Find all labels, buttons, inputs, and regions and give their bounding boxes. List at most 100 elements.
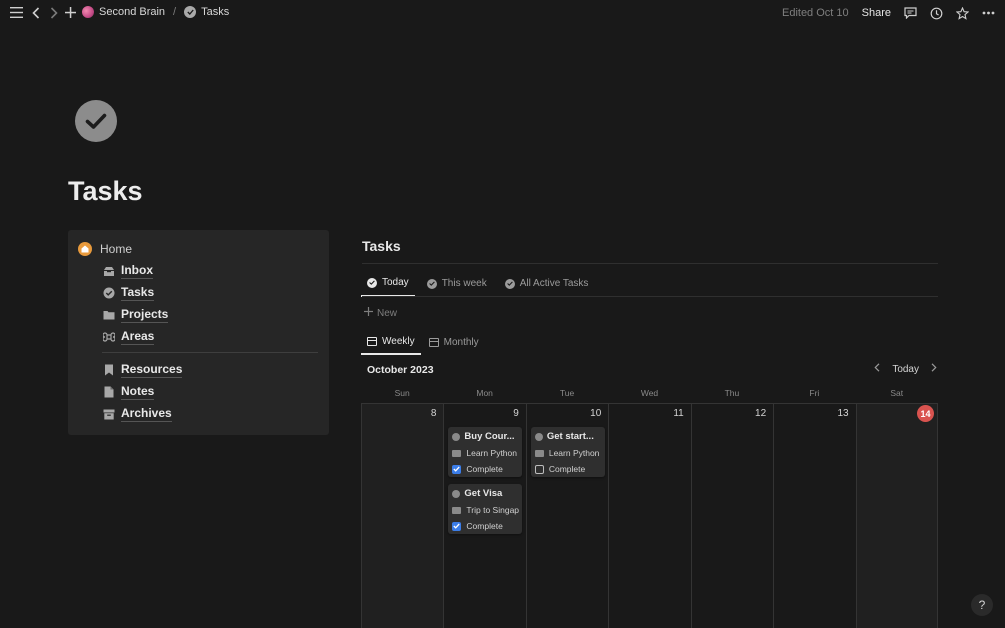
task-status-icon: [452, 432, 461, 441]
folder-icon: [452, 506, 462, 514]
calendar-navigation: Today: [874, 363, 937, 375]
page-check-icon[interactable]: [75, 100, 117, 142]
archive-box-icon: [102, 408, 115, 421]
tab-label: All Active Tasks: [519, 278, 589, 289]
plus-icon: [364, 307, 373, 319]
favorite-star-icon[interactable]: [956, 6, 969, 20]
calendar-month-label: October 2023: [367, 364, 434, 376]
sidebar-toggle-icon[interactable]: [10, 7, 23, 18]
document-icon: [102, 386, 115, 399]
check-circle-icon: [504, 278, 515, 289]
database-title[interactable]: Tasks: [362, 238, 401, 254]
task-status-label: Complete: [466, 521, 503, 531]
tab-label: Weekly: [382, 336, 415, 347]
task-card[interactable]: Buy Cour... Learn Python Complete: [448, 427, 523, 477]
day-cell-fri[interactable]: 13: [773, 404, 855, 628]
task-status-icon: [452, 489, 461, 498]
forward-arrow-icon[interactable]: [50, 7, 58, 19]
task-status-label: Complete: [548, 464, 586, 474]
nav-item-resources[interactable]: Resources: [102, 362, 183, 378]
nav-item-label: Inbox: [121, 263, 153, 279]
breadcrumb-page[interactable]: Tasks: [201, 6, 229, 18]
tab-weekly[interactable]: Weekly: [361, 335, 421, 355]
task-title: Get Visa: [464, 488, 503, 499]
comment-icon[interactable]: [904, 7, 917, 19]
breadcrumb-workspace[interactable]: Second Brain: [99, 6, 165, 18]
nav-item-notes[interactable]: Notes: [102, 384, 155, 400]
nav-item-label: Tasks: [121, 285, 155, 301]
nav-item-label: Projects: [121, 307, 169, 323]
task-status-icon: [534, 432, 543, 441]
day-cell-thu[interactable]: 12: [690, 404, 773, 628]
tab-label: Today: [382, 277, 409, 288]
task-project: Learn Python: [466, 448, 517, 458]
calendar-view-tabs: Weekly Monthly: [361, 335, 485, 355]
breadcrumb-separator: /: [173, 6, 177, 18]
task-project: Learn Python: [548, 448, 600, 458]
task-title: Buy Cour...: [464, 431, 515, 442]
next-week-chevron-icon[interactable]: [931, 363, 937, 375]
share-button[interactable]: Share: [862, 7, 891, 19]
weekday-label: Sat: [890, 388, 904, 398]
weekday-label: Tue: [559, 388, 575, 398]
page-title[interactable]: Tasks: [68, 176, 143, 207]
nav-item-label: Resources: [121, 362, 183, 378]
weekday-label: Wed: [640, 388, 659, 398]
new-item-button[interactable]: New: [364, 307, 397, 319]
task-card[interactable]: Get start... Learn Python Complete: [530, 427, 605, 477]
command-icon: [102, 331, 115, 344]
calendar-week-grid: 8 9 Buy Cour... Learn Python Complete Ge…: [361, 404, 938, 628]
nav-item-label: Archives: [121, 406, 172, 422]
task-card[interactable]: Get Visa Trip to Singap Complete: [448, 484, 523, 534]
nav-divider: [102, 352, 318, 353]
nav-home[interactable]: Home: [78, 242, 132, 256]
history-clock-icon[interactable]: [930, 7, 943, 20]
day-number: 9: [513, 408, 519, 419]
nav-item-label: Areas: [121, 329, 155, 345]
tab-monthly[interactable]: Monthly: [423, 335, 485, 355]
weekday-label: Sun: [394, 388, 410, 398]
help-question-icon[interactable]: ?: [971, 594, 993, 616]
tab-label: Monthly: [443, 337, 479, 348]
day-cell-wed[interactable]: 11: [608, 404, 690, 628]
check-circle-icon: [184, 6, 197, 18]
day-number: 11: [673, 408, 684, 419]
calendar-icon: [367, 337, 377, 346]
weekday-label: Fri: [809, 388, 820, 398]
tabs-divider: [362, 296, 938, 297]
day-number: 12: [755, 408, 767, 419]
day-cell-tue[interactable]: 10 Get start... Learn Python Complete: [525, 404, 608, 628]
more-options-icon[interactable]: [982, 11, 995, 15]
tab-today[interactable]: Today: [361, 276, 415, 297]
nav-item-inbox[interactable]: Inbox: [102, 263, 153, 279]
complete-checkbox[interactable]: [452, 521, 462, 531]
complete-checkbox[interactable]: [534, 464, 544, 474]
today-button[interactable]: Today: [892, 364, 919, 375]
nav-item-tasks[interactable]: Tasks: [102, 285, 155, 301]
day-number: 13: [837, 408, 849, 419]
view-tabs: Today This week All Active Tasks: [361, 276, 594, 297]
back-arrow-icon[interactable]: [32, 7, 40, 19]
task-title: Get start...: [546, 431, 594, 442]
calendar-icon: [428, 338, 439, 347]
tab-all-active-tasks[interactable]: All Active Tasks: [499, 276, 595, 297]
weekday-label: Thu: [724, 388, 740, 398]
nav-item-areas[interactable]: Areas: [102, 329, 155, 345]
navigation-block: Home Inbox Tasks Projects Areas Resource…: [68, 230, 329, 435]
day-cell-sun[interactable]: 8: [361, 404, 444, 628]
tab-this-week[interactable]: This week: [421, 276, 493, 297]
tab-label: This week: [441, 278, 487, 289]
complete-checkbox[interactable]: [452, 464, 462, 474]
day-cell-mon[interactable]: 9 Buy Cour... Learn Python Complete Get …: [443, 404, 525, 628]
check-circle-icon: [102, 287, 115, 300]
day-cell-sat[interactable]: 14: [855, 404, 938, 628]
bookmark-icon: [102, 364, 115, 377]
nav-item-projects[interactable]: Projects: [102, 307, 169, 323]
previous-week-chevron-icon[interactable]: [874, 363, 880, 375]
nav-item-archives[interactable]: Archives: [102, 406, 172, 422]
home-icon: [78, 242, 92, 256]
day-number: 10: [590, 408, 602, 419]
database-title-divider: [362, 263, 938, 264]
weekday-header: Sun Mon Tue Wed Thu Fri Sat: [361, 388, 938, 398]
new-page-plus-icon[interactable]: [65, 7, 76, 18]
